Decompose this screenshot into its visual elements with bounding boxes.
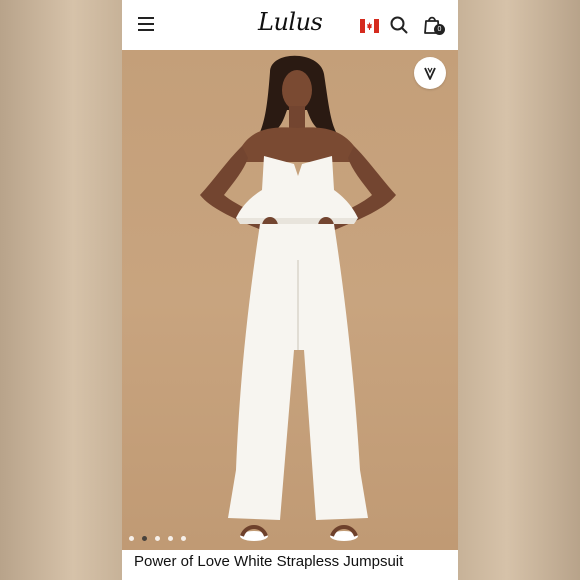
search-icon[interactable] <box>390 16 408 34</box>
background-right <box>458 0 580 580</box>
carousel-dot[interactable] <box>181 536 186 541</box>
cart-count-badge: 0 <box>434 24 445 35</box>
site-header: Lulus 0 <box>122 0 458 50</box>
hamburger-menu-icon[interactable] <box>138 17 154 31</box>
carousel-dot[interactable] <box>129 536 134 541</box>
carousel-dot[interactable] <box>168 536 173 541</box>
carousel-dot-active[interactable] <box>142 536 147 541</box>
mobile-screen: Lulus 0 Power of Love White Strapless Ju… <box>122 0 458 580</box>
canada-flag-icon[interactable] <box>360 19 379 33</box>
product-image[interactable] <box>122 50 458 550</box>
product-title[interactable]: Power of Love White Strapless Jumpsuit <box>134 553 403 570</box>
carousel-indicator <box>129 536 186 541</box>
wishlist-button[interactable] <box>414 57 446 89</box>
heart-icon <box>424 67 436 80</box>
background-left <box>0 0 122 580</box>
site-logo[interactable]: Lulus <box>258 8 323 36</box>
carousel-dot[interactable] <box>155 536 160 541</box>
